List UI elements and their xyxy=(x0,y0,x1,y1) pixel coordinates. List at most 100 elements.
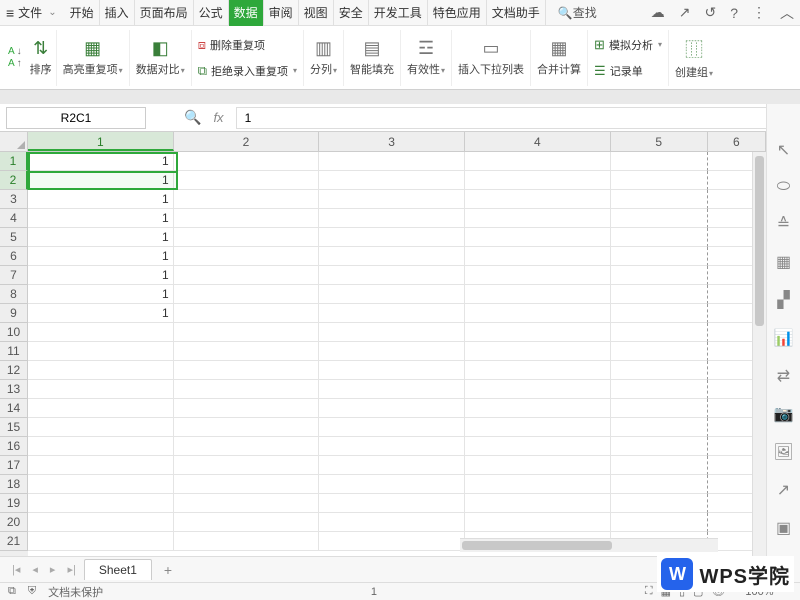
cell[interactable] xyxy=(319,228,465,247)
cell[interactable] xyxy=(611,285,708,304)
export-icon[interactable]: ↗ xyxy=(777,480,790,500)
smartfill-button[interactable]: ▤ 智能填充 xyxy=(344,30,401,86)
spreadsheet-grid[interactable]: 123456 123456789101112131415161718192021… xyxy=(0,132,766,556)
cell[interactable] xyxy=(174,323,320,342)
consolidate-button[interactable]: ▦ 合并计算 xyxy=(531,30,588,86)
cell[interactable] xyxy=(611,323,708,342)
row-header[interactable]: 6 xyxy=(0,247,28,266)
cell[interactable] xyxy=(319,418,465,437)
more-icon[interactable]: ⋮ xyxy=(752,4,766,21)
cell[interactable] xyxy=(28,532,174,551)
cell[interactable] xyxy=(174,513,320,532)
cell[interactable] xyxy=(319,475,465,494)
cell[interactable] xyxy=(174,342,320,361)
col-header[interactable]: 1 xyxy=(28,132,174,151)
ribbon-tab-8[interactable]: 开发工具 xyxy=(369,0,428,26)
cell[interactable] xyxy=(174,399,320,418)
cell[interactable] xyxy=(319,361,465,380)
delete-duplicates-button[interactable]: ⧈删除重复项 xyxy=(198,32,265,58)
sort-desc-button[interactable]: A↑ xyxy=(8,58,22,69)
cell[interactable] xyxy=(611,418,708,437)
whatif-button[interactable]: ⊞模拟分析▾ xyxy=(594,32,662,58)
cell[interactable] xyxy=(319,266,465,285)
cell[interactable] xyxy=(465,209,611,228)
cell[interactable] xyxy=(174,285,320,304)
cell[interactable] xyxy=(319,304,465,323)
cell[interactable] xyxy=(174,209,320,228)
cell[interactable] xyxy=(319,247,465,266)
row-header[interactable]: 5 xyxy=(0,228,28,247)
highlight-duplicates-button[interactable]: ▦ 高亮重复项▾ xyxy=(57,30,130,86)
cell[interactable] xyxy=(174,494,320,513)
cell[interactable] xyxy=(319,494,465,513)
protect-icon[interactable]: ⛨ xyxy=(28,585,36,598)
file-dropdown-icon[interactable]: ⌄ xyxy=(48,7,56,18)
name-box[interactable] xyxy=(6,107,146,129)
chart-icon[interactable]: 📊 xyxy=(774,328,794,348)
cell[interactable] xyxy=(465,361,611,380)
vertical-scrollbar[interactable] xyxy=(752,152,766,556)
ribbon-tab-3[interactable]: 公式 xyxy=(194,0,229,26)
cell[interactable] xyxy=(28,437,174,456)
cell[interactable] xyxy=(465,456,611,475)
cell[interactable] xyxy=(465,342,611,361)
cell[interactable] xyxy=(465,380,611,399)
ribbon-tab-4[interactable]: 数据 xyxy=(229,0,264,26)
cell[interactable]: 1 xyxy=(28,247,174,266)
cell[interactable] xyxy=(174,266,320,285)
row-header[interactable]: 9 xyxy=(0,304,28,323)
cell[interactable] xyxy=(174,475,320,494)
col-header[interactable]: 6 xyxy=(708,132,766,151)
help-icon[interactable]: ? xyxy=(730,5,738,21)
col-header[interactable]: 3 xyxy=(319,132,465,151)
cell[interactable] xyxy=(28,475,174,494)
cell[interactable] xyxy=(611,494,708,513)
cell[interactable] xyxy=(465,399,611,418)
cell[interactable] xyxy=(174,437,320,456)
hscroll-thumb[interactable] xyxy=(462,541,612,550)
cell[interactable] xyxy=(174,304,320,323)
cursor-icon[interactable]: ↖ xyxy=(777,140,790,160)
row-header[interactable]: 16 xyxy=(0,437,28,456)
collapse-icon[interactable]: ︿ xyxy=(780,3,794,23)
namebox-zoom-icon[interactable]: 🔍 xyxy=(184,109,201,126)
cell[interactable] xyxy=(319,532,465,551)
cell[interactable] xyxy=(611,380,708,399)
horizontal-scrollbar[interactable] xyxy=(460,538,718,552)
cell[interactable] xyxy=(611,361,708,380)
cell[interactable] xyxy=(28,456,174,475)
cell[interactable] xyxy=(28,323,174,342)
ribbon-tab-9[interactable]: 特色应用 xyxy=(428,0,487,26)
insert-dropdown-button[interactable]: ▭ 插入下拉列表 xyxy=(452,30,531,86)
row-header[interactable]: 1 xyxy=(0,152,28,171)
cell[interactable] xyxy=(465,304,611,323)
row-header[interactable]: 21 xyxy=(0,532,28,551)
cell[interactable] xyxy=(319,437,465,456)
transfer-icon[interactable]: ⇄ xyxy=(777,366,790,386)
row-header[interactable]: 17 xyxy=(0,456,28,475)
hamburger-icon[interactable]: ≡ xyxy=(6,5,14,21)
select-icon[interactable]: ⬭ xyxy=(777,178,791,196)
camera-icon[interactable]: 📷 xyxy=(774,404,794,424)
cell[interactable]: 1 xyxy=(28,304,174,323)
cell[interactable] xyxy=(319,513,465,532)
row-header[interactable]: 15 xyxy=(0,418,28,437)
col-header[interactable]: 5 xyxy=(611,132,708,151)
cell[interactable] xyxy=(319,399,465,418)
cell[interactable] xyxy=(465,247,611,266)
col-header[interactable]: 4 xyxy=(465,132,611,151)
format-icon[interactable]: ≙ xyxy=(777,214,790,234)
cell[interactable] xyxy=(465,475,611,494)
row-header[interactable]: 7 xyxy=(0,266,28,285)
sheet-nav-last[interactable]: ▸| xyxy=(63,563,79,576)
cell[interactable] xyxy=(174,190,320,209)
cell[interactable] xyxy=(28,361,174,380)
sheet-nav-prev[interactable]: ◂ xyxy=(28,563,42,576)
cell[interactable] xyxy=(319,152,465,171)
cell[interactable] xyxy=(465,266,611,285)
row-header[interactable]: 13 xyxy=(0,380,28,399)
cell[interactable]: 1 xyxy=(28,190,174,209)
cell[interactable] xyxy=(174,532,320,551)
cell[interactable] xyxy=(319,323,465,342)
fullscreen-icon[interactable]: ⛶ xyxy=(645,585,653,598)
